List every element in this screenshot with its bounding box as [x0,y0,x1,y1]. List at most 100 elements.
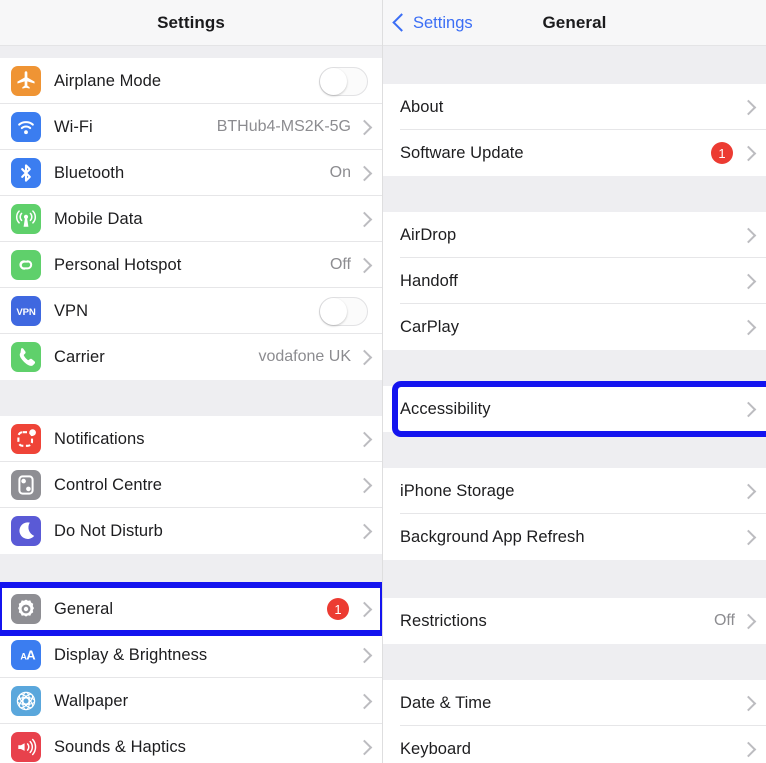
status-badge: 1 [327,598,349,620]
list-item-label: Keyboard [400,739,472,758]
group-spacer [0,380,382,416]
list-item-vpn[interactable]: VPN VPN [0,288,382,334]
list-item-label: General [54,599,114,618]
settings-navbar: Settings [0,0,382,46]
group-spacer [383,432,766,468]
list-item-label: Bluetooth [54,163,125,182]
chevron-right-icon [740,695,757,711]
list-item-label: Mobile Data [54,209,143,228]
list-item-handoff[interactable]: Handoff [383,258,766,304]
list-item-label: Restrictions [400,611,487,630]
group-spacer [383,350,766,386]
hotspot-icon [11,250,41,280]
list-item-sounds-haptics[interactable]: Sounds & Haptics [0,724,382,763]
general-list: About Software Update 1 AirDrop Handoff CarPl… [383,46,766,763]
list-item-keyboard[interactable]: Keyboard [383,726,766,763]
chevron-right-icon [740,613,757,629]
list-item-wallpaper[interactable]: Wallpaper [0,678,382,724]
control-centre-icon [11,470,41,500]
chevron-right-icon [356,647,373,663]
list-item-label: VPN [54,301,89,320]
toggle-switch[interactable] [319,296,368,326]
sounds-haptics-icon [11,732,41,762]
list-item-label: Handoff [400,271,458,290]
svg-text:VPN: VPN [16,307,35,318]
list-item-label: Background App Refresh [400,527,585,546]
wallpaper-icon [11,686,41,716]
list-group: AirDrop Handoff CarPlay [383,212,766,350]
list-group: General 1 A A Display & Brightness Wallpaper S… [0,586,382,763]
moon-icon [11,516,41,546]
toggle-knob [320,297,347,325]
general-panel: Settings General About Software Update 1 Ai… [383,0,766,763]
list-item-carplay[interactable]: CarPlay [383,304,766,350]
toggle-switch[interactable] [319,66,368,96]
back-button-label: Settings [413,13,473,32]
list-item-date-time[interactable]: Date & Time [383,680,766,726]
list-item-do-not-disturb[interactable]: Do Not Disturb [0,508,382,554]
chevron-right-icon [356,477,373,493]
chevron-right-icon [356,739,373,755]
chevron-right-icon [356,523,373,539]
chevron-right-icon [356,601,373,617]
list-item-label: Wallpaper [54,691,129,710]
chevron-right-icon [740,401,757,417]
group-spacer [383,46,766,84]
chevron-left-icon [392,13,411,32]
list-item-label: Sounds & Haptics [54,737,186,756]
list-item-label: Airplane Mode [54,71,162,90]
screenshot-root: Settings Airplane Mode Wi-Fi BTHub4-MS2K-5… [0,0,766,763]
list-item-mobile-data[interactable]: Mobile Data [0,196,382,242]
display-brightness-icon: AA [11,640,41,670]
bluetooth-icon [11,158,41,188]
group-spacer [383,176,766,212]
back-to-settings-button[interactable]: Settings [392,0,473,46]
list-item-accessibility[interactable]: Accessibility [383,386,766,432]
list-item-about[interactable]: About [383,84,766,130]
svg-text:A: A [26,648,36,663]
mobile-data-icon [11,204,41,234]
list-item-label: Display & Brightness [54,645,208,664]
list-item-wi-fi[interactable]: Wi-Fi BTHub4-MS2K-5G [0,104,382,150]
list-item-display-brightness[interactable]: A A Display & Brightness [0,632,382,678]
gear-icon [11,594,41,624]
chevron-right-icon [356,349,373,365]
list-item-general[interactable]: General 1 [0,586,382,632]
list-group: About Software Update 1 [383,84,766,176]
list-item-airdrop[interactable]: AirDrop [383,212,766,258]
list-item-label: iPhone Storage [400,481,515,500]
page-title: Settings [157,12,225,32]
chevron-right-icon [356,211,373,227]
list-item-software-update[interactable]: Software Update 1 [383,130,766,176]
list-item-value: On [329,164,351,181]
list-item-personal-hotspot[interactable]: Personal Hotspot Off [0,242,382,288]
list-item-iphone-storage[interactable]: iPhone Storage [383,468,766,514]
vpn-icon: VPN [11,296,41,326]
list-item-airplane-mode[interactable]: Airplane Mode [0,58,382,104]
list-item-label: Date & Time [400,693,492,712]
chevron-right-icon [740,483,757,499]
toggle-knob [320,67,347,95]
settings-panel: Settings Airplane Mode Wi-Fi BTHub4-MS2K-5… [0,0,383,763]
group-spacer [383,560,766,598]
airplane-icon [11,66,41,96]
group-spacer [0,46,382,58]
settings-list: Airplane Mode Wi-Fi BTHub4-MS2K-5G Bluetoot… [0,46,382,763]
chevron-right-icon [356,257,373,273]
list-item-restrictions[interactable]: Restrictions Off [383,598,766,644]
list-item-value: Off [329,256,351,273]
group-spacer [383,644,766,680]
chevron-right-icon [356,693,373,709]
list-item-bluetooth[interactable]: Bluetooth On [0,150,382,196]
list-item-label: Carrier [54,347,105,366]
list-item-notifications[interactable]: Notifications [0,416,382,462]
list-item-value: vodafone UK [258,348,351,365]
list-item-value: Off [713,612,735,629]
chevron-right-icon [356,165,373,181]
list-item-carrier[interactable]: Carrier vodafone UK [0,334,382,380]
list-item-label: Notifications [54,429,145,448]
wifi-icon [11,112,41,142]
list-item-control-centre[interactable]: Control Centre [0,462,382,508]
chevron-right-icon [740,273,757,289]
list-item-background-app-refresh[interactable]: Background App Refresh [383,514,766,560]
